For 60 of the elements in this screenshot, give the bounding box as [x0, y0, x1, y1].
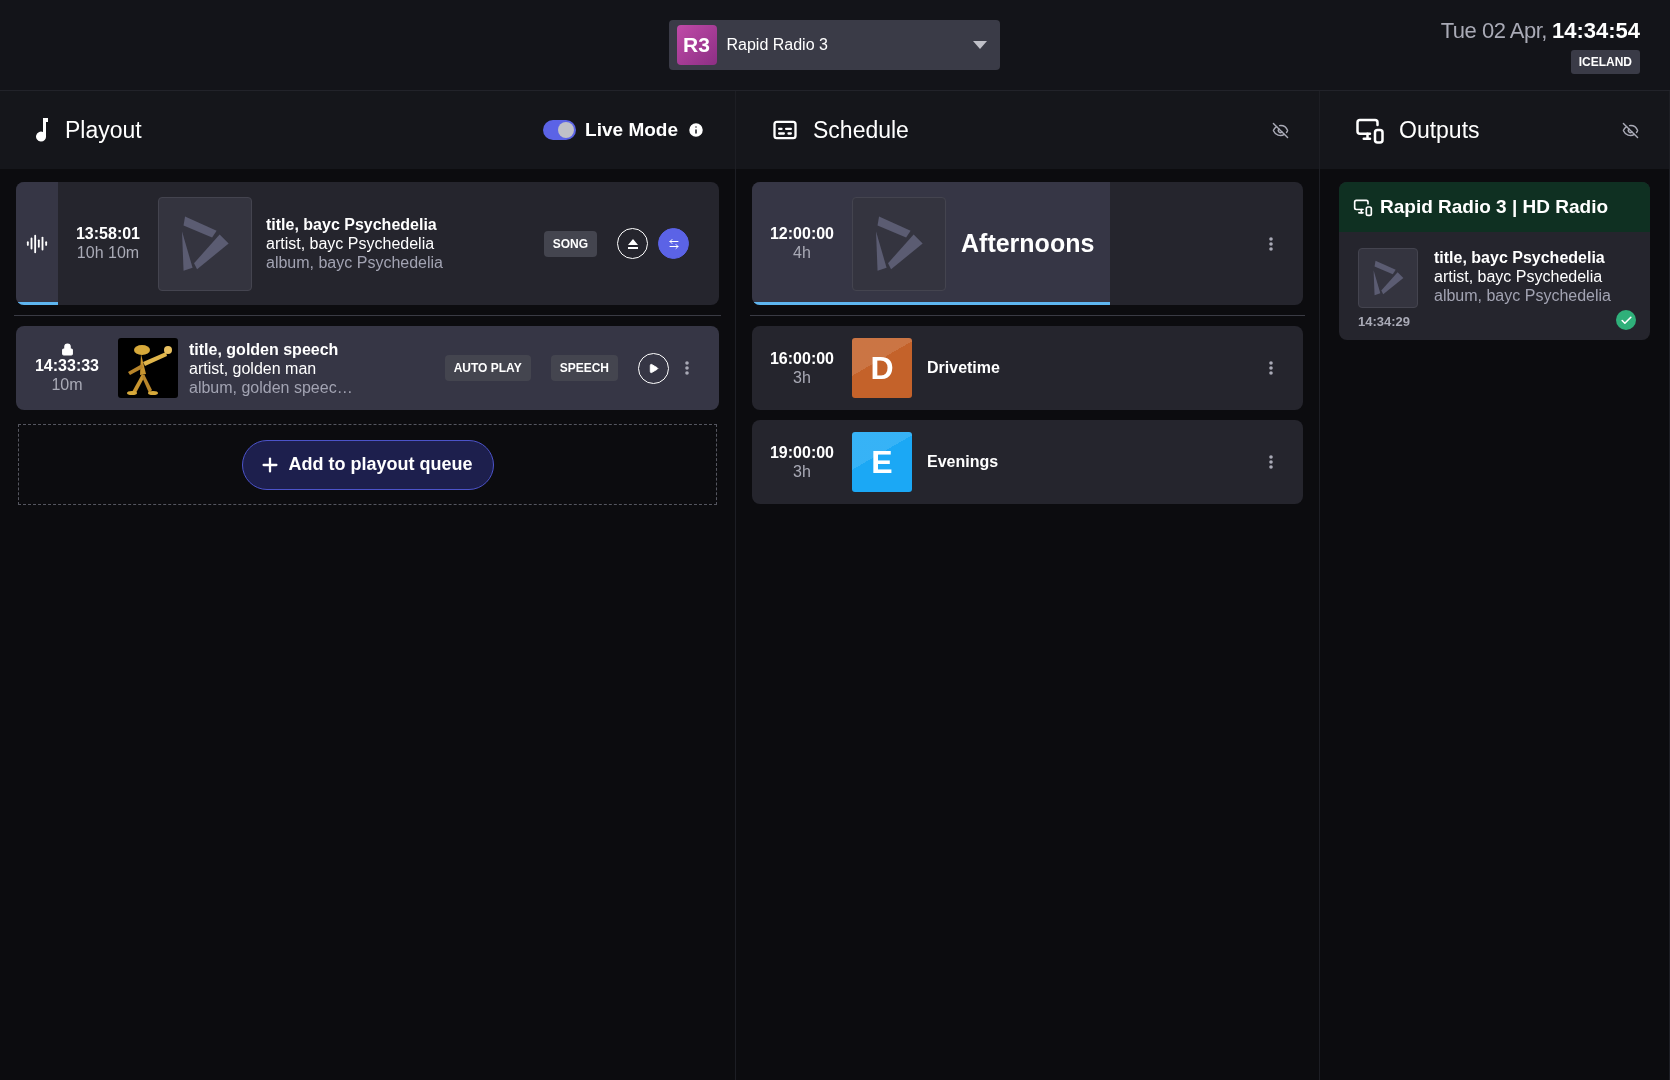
more-icon — [1269, 236, 1273, 251]
clock-time: 14:34:54 — [1551, 18, 1640, 44]
track-title: title, bayc Psychedelia — [1434, 248, 1606, 267]
more-button[interactable] — [1269, 455, 1273, 469]
start-time: 13:58:01 — [75, 225, 140, 243]
live-mode-toggle[interactable] — [543, 120, 577, 140]
duration: 10m — [51, 375, 83, 394]
duration: 3h — [793, 368, 811, 387]
music-note-icon — [35, 118, 51, 142]
more-icon — [1269, 361, 1273, 375]
panel-title: Outputs — [1399, 116, 1481, 144]
type-tag: SPEECH — [550, 355, 618, 381]
station-selector[interactable]: R3 Rapid Radio 3 — [668, 20, 1000, 70]
hide-icon — [1272, 121, 1289, 139]
more-button[interactable] — [685, 361, 689, 375]
show-tile: E — [852, 432, 912, 492]
start-time: 12:00:00 — [769, 225, 834, 243]
show-name: Evenings — [927, 453, 1000, 471]
show-name: Drivetime — [927, 359, 1001, 377]
duration: 4h — [793, 244, 811, 262]
more-button[interactable] — [1269, 236, 1273, 251]
devices-icon — [1353, 197, 1373, 217]
panel-title: Schedule — [813, 116, 910, 144]
type-tag: SONG — [543, 230, 597, 257]
track-album: album, bayc Psychedelia — [1434, 286, 1612, 305]
play-icon — [648, 362, 659, 374]
track-title: title, golden speech — [189, 339, 340, 359]
panel-title: Playout — [65, 116, 143, 144]
start-time: 19:00:00 — [769, 443, 834, 462]
type-tag: AUTO PLAY — [444, 355, 531, 381]
info-icon — [687, 121, 705, 139]
add-to-queue-button[interactable]: Add to playout queue — [241, 439, 494, 490]
track-album: album, golden speec… — [189, 377, 354, 397]
track-album: album, bayc Psychedelia — [266, 253, 444, 272]
swap-icon — [667, 237, 680, 250]
date: Tue 02 Apr, — [1440, 18, 1547, 44]
more-button[interactable] — [1269, 361, 1273, 375]
hide-icon — [1622, 121, 1639, 139]
caret-icon — [972, 41, 987, 49]
station-name: Rapid Radio 3 — [726, 36, 829, 54]
eject-icon — [626, 237, 639, 250]
track-artist: artist, golden man — [189, 358, 318, 378]
duration: 10h 10m — [76, 244, 140, 262]
waveform-icon — [26, 232, 48, 255]
start-time: 16:00:00 — [769, 349, 834, 368]
live-mode-label: Live Mode — [585, 119, 678, 141]
station-badge: R3 — [676, 25, 717, 65]
swap-button[interactable] — [658, 228, 689, 259]
show-tile: D — [852, 338, 912, 398]
output-time: 14:34:29 — [1358, 314, 1412, 330]
start-time: 14:33:33 — [34, 356, 99, 375]
track-title: title, bayc Psychedelia — [266, 215, 438, 234]
track-artist: artist, bayc Psychedelia — [1434, 267, 1604, 286]
show-name: Afternoons — [961, 229, 1096, 258]
timezone-badge: ICELAND — [1570, 50, 1640, 74]
more-icon — [1269, 455, 1273, 469]
track-artist: artist, bayc Psychedelia — [266, 234, 436, 253]
duration: 3h — [793, 462, 811, 481]
more-icon — [685, 361, 689, 375]
output-name: Rapid Radio 3 | HD Radio — [1380, 196, 1609, 218]
